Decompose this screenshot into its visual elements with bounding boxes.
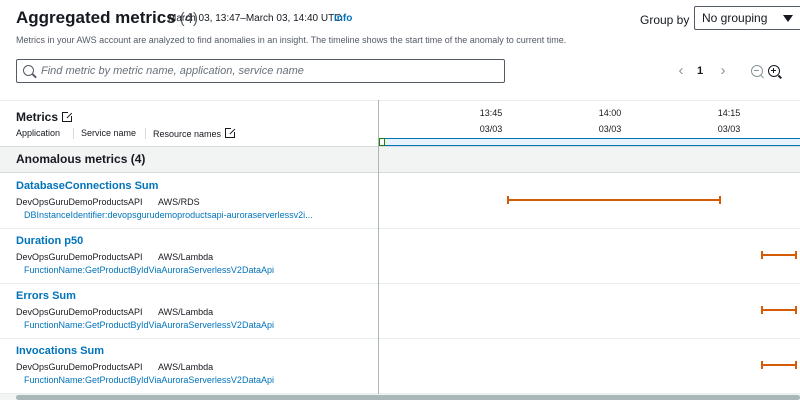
horizontal-scrollbar[interactable] — [0, 394, 800, 400]
search-icon — [23, 65, 34, 76]
span-end-cap — [794, 361, 797, 369]
metric-service: AWS/Lambda — [158, 362, 214, 372]
metric-resource-link[interactable]: DBInstanceIdentifier:devopsgurudemoprodu… — [24, 210, 374, 220]
metric-resource-link[interactable]: FunctionName:GetProductByIdViaAuroraServ… — [24, 320, 374, 330]
chevron-left-icon[interactable]: ‹ — [674, 63, 688, 79]
description: Metrics in your AWS account are analyzed… — [16, 35, 567, 45]
metrics-header-label: Metrics — [16, 110, 59, 124]
divider — [145, 128, 146, 139]
tick-time: 13:45 — [479, 108, 503, 118]
span-end-cap — [719, 196, 722, 204]
metric-application: DevOpsGuruDemoProductsAPI — [16, 362, 143, 372]
table-row: Errors Sum DevOpsGuruDemoProductsAPI AWS… — [0, 284, 800, 339]
resource-names-label: Resource names — [153, 129, 222, 139]
column-divider[interactable] — [378, 100, 379, 394]
group-title: Anomalous metrics (4) — [16, 152, 146, 166]
timeline-selection-handle[interactable] — [379, 138, 385, 146]
tick-date: 03/03 — [598, 124, 622, 134]
external-link-icon[interactable] — [62, 110, 75, 122]
anomaly-span[interactable] — [760, 361, 797, 369]
table-row: Duration p50 DevOpsGuruDemoProductsAPI A… — [0, 229, 800, 284]
tick-time: 14:15 — [717, 108, 741, 118]
table-row: DatabaseConnections Sum DevOpsGuruDemoPr… — [0, 174, 800, 229]
top-rule — [0, 100, 800, 101]
anomaly-span[interactable] — [506, 196, 722, 204]
span-start-cap — [760, 361, 763, 369]
span-start-cap — [760, 306, 763, 314]
page-title-text: Aggregated metrics — [16, 8, 176, 27]
span-end-cap — [794, 251, 797, 259]
caret-down-icon — [783, 15, 793, 22]
external-link-icon[interactable] — [225, 126, 238, 138]
span-end-cap — [794, 306, 797, 314]
tick-date: 03/03 — [717, 124, 741, 134]
anomaly-span[interactable] — [760, 251, 797, 259]
metric-service: AWS/Lambda — [158, 307, 214, 317]
current-page[interactable]: 1 — [697, 65, 703, 77]
metrics-column-header[interactable]: Metrics — [16, 110, 75, 124]
anomaly-span[interactable] — [760, 306, 797, 314]
table-row: Invocations Sum DevOpsGuruDemoProductsAP… — [0, 339, 800, 394]
span-start-cap — [760, 251, 763, 259]
application-header: Application — [16, 128, 61, 138]
zoom-in-icon-handle — [778, 74, 782, 79]
metric-name-link[interactable]: Invocations Sum — [16, 345, 104, 357]
divider — [73, 128, 74, 139]
timeline-selection-band[interactable] — [379, 138, 800, 146]
group-by-label: Group by — [640, 13, 690, 27]
service-name-header: Service name — [81, 128, 137, 138]
metric-name-link[interactable]: Errors Sum — [16, 290, 76, 302]
metric-application: DevOpsGuruDemoProductsAPI — [16, 252, 143, 262]
chevron-right-icon[interactable]: › — [716, 63, 730, 79]
metric-name-link[interactable]: Duration p50 — [16, 235, 83, 247]
time-range: March 03, 13:47–March 03, 14:40 UTC — [168, 13, 342, 24]
tick-time: 14:00 — [598, 108, 622, 118]
metric-resource-link[interactable]: FunctionName:GetProductByIdViaAuroraServ… — [24, 265, 374, 275]
metric-name-link[interactable]: DatabaseConnections Sum — [16, 180, 158, 192]
scrollbar-thumb[interactable] — [16, 395, 800, 400]
zoom-out-icon[interactable] — [751, 65, 763, 77]
metric-application: DevOpsGuruDemoProductsAPI — [16, 197, 143, 207]
info-link[interactable]: Info — [334, 13, 352, 24]
anomalous-metrics-group: Anomalous metrics (4) — [0, 146, 800, 173]
group-by-select[interactable]: No grouping — [694, 6, 800, 30]
search-field[interactable] — [16, 59, 505, 83]
header: Aggregated metrics (4) March 03, 13:47–Ma… — [16, 6, 800, 32]
metric-application: DevOpsGuruDemoProductsAPI — [16, 307, 143, 317]
metric-service: AWS/RDS — [158, 197, 200, 207]
span-start-cap — [506, 196, 509, 204]
metric-resource-link[interactable]: FunctionName:GetProductByIdViaAuroraServ… — [24, 375, 374, 385]
group-by-value: No grouping — [702, 11, 768, 25]
metric-service: AWS/Lambda — [158, 252, 214, 262]
resource-names-header[interactable]: Resource names — [153, 126, 238, 139]
search-input[interactable] — [41, 63, 496, 79]
tick-date: 03/03 — [479, 124, 503, 134]
